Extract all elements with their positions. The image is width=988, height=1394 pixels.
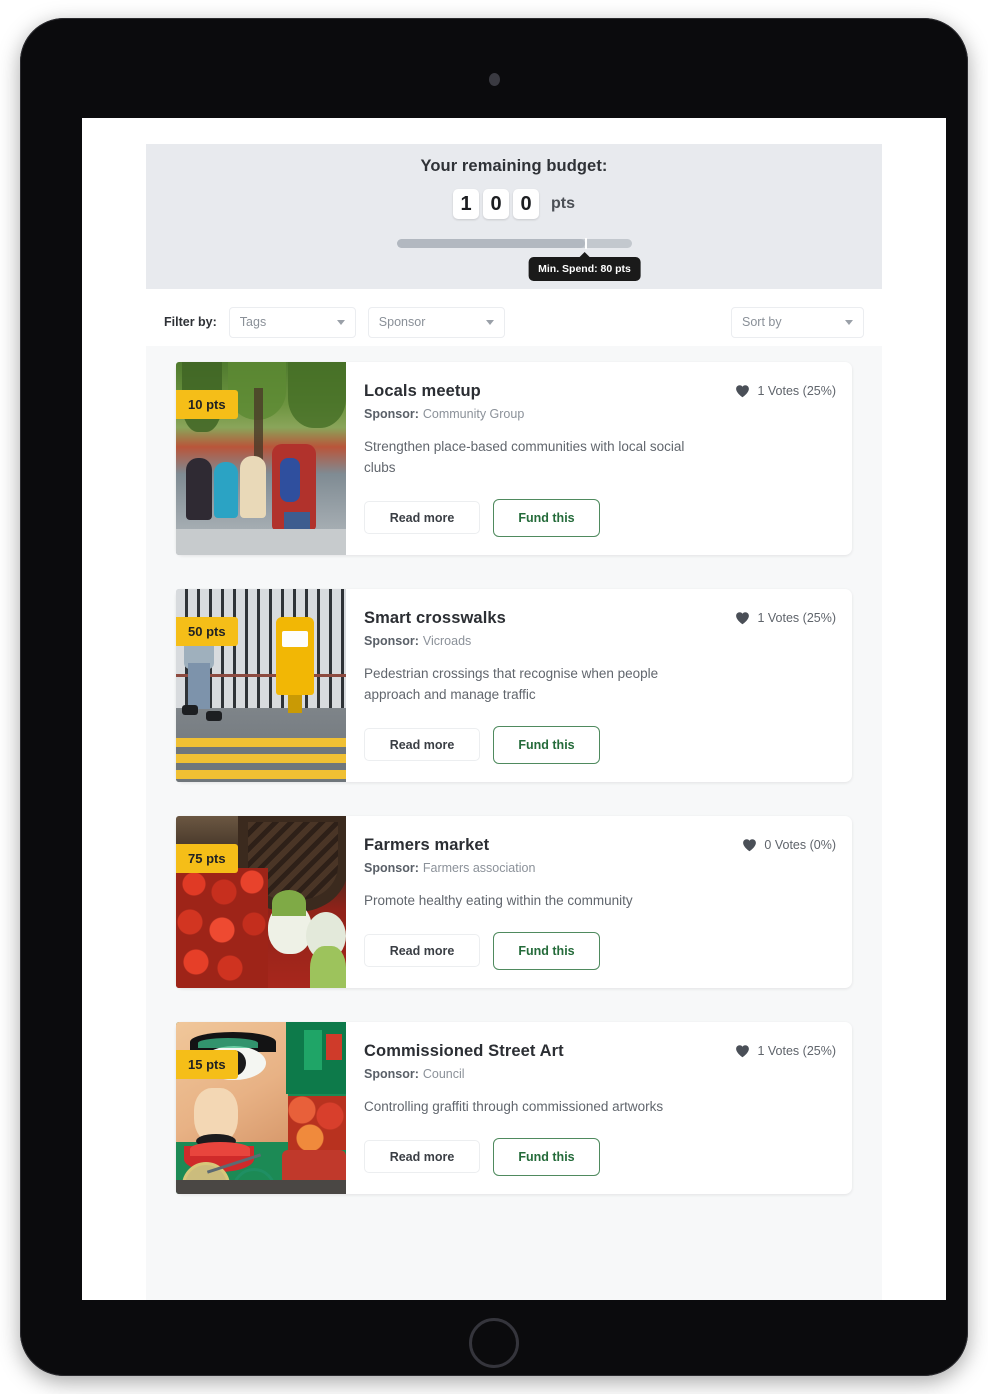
budget-slider[interactable]: Min. Spend: 80 pts xyxy=(396,238,641,281)
proposal-thumbnail: 15 pts xyxy=(176,1021,346,1194)
read-more-button[interactable]: Read more xyxy=(364,728,480,762)
sponsor-value: Community Group xyxy=(422,407,525,421)
proposal-actions: Read more Fund this xyxy=(364,725,832,764)
filter-tags-select[interactable]: Tags xyxy=(228,306,356,338)
proposal-sponsor: Sponsor: Community Group xyxy=(364,407,832,421)
filter-tags-value: Tags xyxy=(239,315,267,329)
heart-icon xyxy=(742,838,757,852)
proposal-actions: Read more Fund this xyxy=(364,931,832,970)
camera-dot-icon xyxy=(488,73,500,86)
proposal-sponsor: Sponsor: Council xyxy=(364,1067,832,1081)
heart-icon xyxy=(735,384,750,398)
sponsor-value: Council xyxy=(422,1066,465,1081)
budget-header: Your remaining budget: 1 0 0 pts Min. Sp… xyxy=(146,144,882,289)
sponsor-key-label: Sponsor: xyxy=(364,633,419,648)
proposal-thumbnail: 50 pts xyxy=(176,588,346,782)
proposal-card[interactable]: 50 pts Smart crosswalks Sponsor: Vicroads… xyxy=(176,588,852,782)
proposal-body: Smart crosswalks Sponsor: Vicroads Pedest… xyxy=(346,589,852,782)
vote-count[interactable]: 0 Votes (0%) xyxy=(742,838,836,852)
chevron-down-icon xyxy=(485,319,494,325)
budget-amount: 1 0 0 pts xyxy=(146,189,882,219)
fund-this-button[interactable]: Fund this xyxy=(493,1137,600,1176)
vote-count[interactable]: 1 Votes (25%) xyxy=(735,1044,836,1058)
proposal-actions: Read more Fund this xyxy=(364,498,832,537)
vote-count-label: 1 Votes (25%) xyxy=(757,610,836,625)
proposal-thumbnail: 75 pts xyxy=(176,815,346,988)
slider-min-spend-tick xyxy=(584,238,587,249)
heart-icon xyxy=(735,1044,750,1058)
points-badge: 75 pts xyxy=(176,843,238,873)
tablet-screen: Your remaining budget: 1 0 0 pts Min. Sp… xyxy=(82,118,946,1300)
proposal-description: Promote healthy eating within the commun… xyxy=(364,892,633,908)
proposal-body: Locals meetup Sponsor: Community Group St… xyxy=(346,362,852,555)
sponsor-key-label: Sponsor: xyxy=(364,860,419,875)
vote-count-label: 1 Votes (25%) xyxy=(757,1043,836,1058)
proposal-sponsor: Sponsor: Vicroads xyxy=(364,634,832,648)
read-more-button[interactable]: Read more xyxy=(364,501,480,535)
filter-by-label: Filter by: xyxy=(164,315,217,329)
min-spend-tooltip: Min. Spend: 80 pts xyxy=(528,252,641,281)
sort-by-select[interactable]: Sort by xyxy=(731,306,864,338)
tablet-device-frame: Your remaining budget: 1 0 0 pts Min. Sp… xyxy=(20,18,968,1376)
proposal-card[interactable]: 10 pts Locals meetup Sponsor: Community G… xyxy=(176,362,852,555)
fund-this-button[interactable]: Fund this xyxy=(493,931,600,970)
slider-fill xyxy=(396,239,585,248)
sponsor-value: Farmers association xyxy=(422,860,536,875)
slider-track[interactable] xyxy=(396,239,632,248)
proposal-card[interactable]: 15 pts Commissioned Street Art Sponsor: C… xyxy=(176,1021,852,1194)
sponsor-key-label: Sponsor: xyxy=(364,1066,419,1081)
budget-digit: 0 xyxy=(513,189,539,219)
proposal-description: Pedestrian crossings that recognise when… xyxy=(364,665,659,702)
vote-count-label: 1 Votes (25%) xyxy=(757,384,836,398)
fund-this-button[interactable]: Fund this xyxy=(493,498,600,537)
proposal-body: Commissioned Street Art Sponsor: Council … xyxy=(346,1022,852,1194)
budget-digit: 1 xyxy=(453,189,479,219)
home-button-icon[interactable] xyxy=(469,1318,519,1368)
read-more-button[interactable]: Read more xyxy=(364,934,480,968)
proposal-description: Strengthen place-based communities with … xyxy=(364,439,685,475)
sponsor-key-label: Sponsor: xyxy=(364,407,419,421)
budget-title: Your remaining budget: xyxy=(420,157,608,175)
budget-digit: 0 xyxy=(483,189,509,219)
proposal-thumbnail: 10 pts xyxy=(176,362,346,555)
sort-by-value: Sort by xyxy=(742,315,782,329)
proposal-card[interactable]: 75 pts Farmers market Sponsor: Farmers as… xyxy=(176,815,852,988)
filter-sponsor-value: Sponsor xyxy=(378,315,426,329)
chevron-down-icon xyxy=(336,319,345,325)
proposal-actions: Read more Fund this xyxy=(364,1137,832,1176)
points-badge: 10 pts xyxy=(176,390,238,419)
sponsor-value: Vicroads xyxy=(422,633,472,648)
vote-count-label: 0 Votes (0%) xyxy=(764,837,836,852)
proposal-sponsor: Sponsor: Farmers association xyxy=(364,861,832,875)
heart-icon xyxy=(735,611,750,625)
filter-sponsor-select[interactable]: Sponsor xyxy=(367,306,505,338)
budget-unit-label: pts xyxy=(551,195,575,212)
proposal-body: Farmers market Sponsor: Farmers associati… xyxy=(346,816,852,988)
vote-count[interactable]: 1 Votes (25%) xyxy=(735,384,836,398)
points-badge: 50 pts xyxy=(176,616,238,646)
fund-this-button[interactable]: Fund this xyxy=(493,725,600,764)
chevron-down-icon xyxy=(845,319,853,325)
read-more-button[interactable]: Read more xyxy=(364,1140,480,1174)
proposal-description: Controlling graffiti through commissione… xyxy=(364,1098,664,1114)
points-badge: 15 pts xyxy=(176,1049,238,1079)
vote-count[interactable]: 1 Votes (25%) xyxy=(735,611,836,625)
filter-bar: Filter by: Tags Sponsor Sort by xyxy=(146,298,882,346)
proposal-list: 10 pts Locals meetup Sponsor: Community G… xyxy=(146,346,882,1300)
